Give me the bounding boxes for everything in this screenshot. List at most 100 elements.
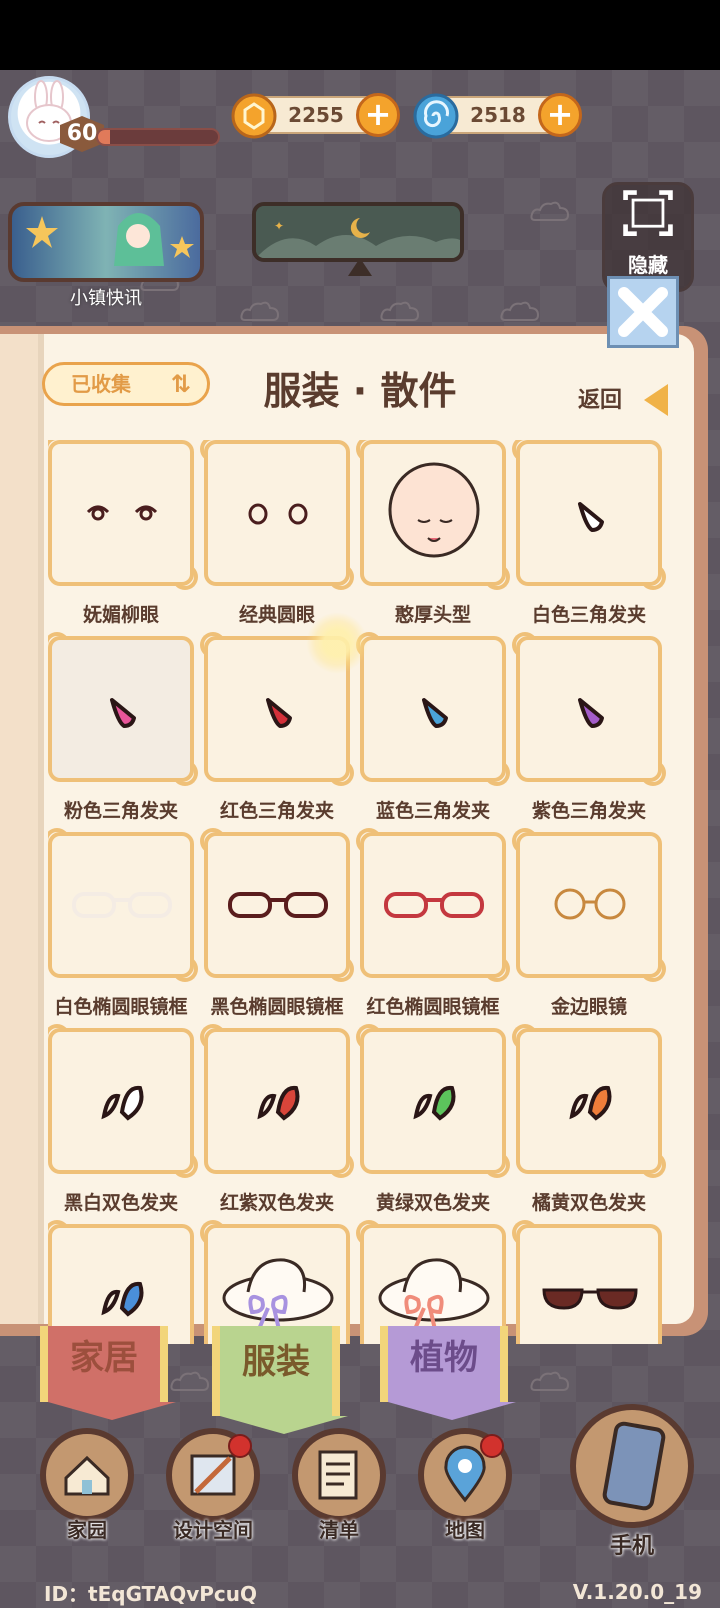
close-panel-button[interactable] <box>607 276 679 348</box>
news-thumbnail[interactable] <box>8 202 204 282</box>
tap-glow-effect <box>306 612 368 674</box>
item-card[interactable]: 红紫双色发夹 <box>200 1024 354 1215</box>
moon-clouds-illustration: ✦ <box>256 206 460 258</box>
item-thumbnail[interactable] <box>512 632 666 786</box>
house-icon <box>64 1455 110 1496</box>
blue-swirl-icon <box>413 93 459 139</box>
item-card[interactable]: 黑白双色发夹 <box>48 1024 198 1215</box>
item-name: 妩媚柳眼 <box>82 604 159 626</box>
item-thumbnail[interactable] <box>200 828 354 982</box>
item-card[interactable]: 粉色三角发夹 <box>48 632 198 823</box>
tab-home[interactable]: 家居 <box>40 1326 176 1420</box>
item-thumbnail[interactable] <box>356 440 510 590</box>
gold-coin-icon <box>231 93 277 139</box>
item-card[interactable]: 黑色椭圆眼镜框 <box>200 828 354 1019</box>
day-night-pointer <box>348 258 372 276</box>
notification-dot <box>228 1434 252 1458</box>
item-name: 橘黄双色发夹 <box>531 1192 646 1214</box>
item-card[interactable]: 橘黄双色发夹 <box>512 1024 666 1215</box>
expand-corners-icon <box>623 190 673 237</box>
item-thumbnail[interactable] <box>48 1024 198 1178</box>
item-name: 黄绿双色发夹 <box>375 1192 490 1214</box>
dual-clip-icon <box>569 1085 612 1121</box>
list-icon <box>318 1450 358 1500</box>
item-card[interactable]: 金边眼镜 <box>512 828 666 1019</box>
dual-clip-icon <box>101 1085 144 1121</box>
glasses-oval-icon <box>228 892 328 918</box>
item-name: 蓝色三角发夹 <box>375 800 490 822</box>
gold-coin-value: 2255 <box>288 103 344 127</box>
item-thumbnail[interactable] <box>356 632 510 786</box>
cloud-decoration <box>530 201 570 221</box>
item-name: 紫色三角发夹 <box>531 800 646 822</box>
item-thumbnail[interactable] <box>512 440 666 590</box>
add-gold-button[interactable]: + <box>356 93 400 137</box>
blue-swirl-counter: 2518 + <box>413 93 582 139</box>
item-name: 白色椭圆眼镜框 <box>54 996 188 1018</box>
panel-book-edge <box>0 334 42 1324</box>
cloud-decoration <box>380 301 420 321</box>
item-thumbnail[interactable] <box>200 1024 354 1178</box>
nav-map[interactable]: 地图 <box>418 1428 512 1542</box>
item-card[interactable]: 白色三角发夹 <box>512 440 666 627</box>
xp-bar-fill <box>98 130 110 144</box>
dual-clip-icon <box>257 1085 300 1121</box>
cloud-decoration <box>240 301 280 321</box>
item-thumbnail[interactable] <box>356 1024 510 1178</box>
item-card[interactable]: 紫色三角发夹 <box>512 632 666 823</box>
item-card[interactable]: 红色椭圆眼镜框 <box>356 828 510 1019</box>
item-card[interactable] <box>512 1220 662 1344</box>
panel-title: 服装 · 散件 <box>263 369 457 413</box>
item-card[interactable]: 经典圆眼 <box>200 440 354 627</box>
tab-clothing[interactable]: 服装 <box>212 1326 348 1434</box>
item-card[interactable]: 蓝色三角发夹 <box>356 632 510 823</box>
item-thumbnail[interactable] <box>48 632 198 786</box>
item-thumbnail[interactable] <box>48 828 198 982</box>
blue-swirl-value: 2518 <box>470 103 526 127</box>
nav-design[interactable]: 设计空间 <box>166 1428 260 1542</box>
item-card[interactable]: 黄绿双色发夹 <box>356 1024 510 1215</box>
item-name: 黑白双色发夹 <box>63 1192 178 1214</box>
item-card[interactable]: 妩媚柳眼 <box>48 440 198 627</box>
day-night-indicator: ✦ <box>252 202 464 262</box>
item-name: 粉色三角发夹 <box>63 800 178 822</box>
item-name: 红色椭圆眼镜框 <box>366 996 500 1018</box>
item-name: 憨厚头型 <box>394 604 471 626</box>
close-icon <box>618 287 668 337</box>
sunglasses-icon <box>542 1288 638 1310</box>
glasses-round-icon <box>554 888 626 920</box>
game-version: V.1.20.0_19 <box>572 1580 702 1604</box>
nav-phone[interactable]: 手机 <box>570 1404 694 1559</box>
gold-coin-counter: 2255 + <box>231 93 400 139</box>
item-card[interactable]: 憨厚头型 <box>356 440 510 627</box>
cloud-decoration <box>170 1371 210 1391</box>
back-button[interactable]: 返回 <box>578 382 668 418</box>
nav-list-label: 清单 <box>319 1518 359 1542</box>
sort-arrows-icon: ⇅ <box>170 370 191 398</box>
item-thumbnail[interactable] <box>512 828 666 982</box>
dual-clip-icon <box>413 1085 456 1121</box>
glasses-oval-icon <box>72 892 172 918</box>
news-label: 小镇快讯 <box>70 288 142 309</box>
item-thumbnail[interactable] <box>512 1024 666 1178</box>
item-name: 红紫双色发夹 <box>219 1192 334 1214</box>
nav-design-label: 设计空间 <box>173 1518 253 1542</box>
add-blue-button[interactable]: + <box>538 93 582 137</box>
item-name: 红色三角发夹 <box>219 800 334 822</box>
item-thumbnail[interactable] <box>200 440 354 590</box>
eyes-almond-icon <box>86 505 158 521</box>
nav-map-label: 地图 <box>445 1518 485 1542</box>
collected-filter-button[interactable]: 已收集 ⇅ <box>42 362 210 406</box>
nav-list[interactable]: 清单 <box>292 1428 386 1542</box>
news-illustration <box>26 213 194 266</box>
nav-home[interactable]: 家园 <box>40 1428 134 1542</box>
tab-plants[interactable]: 植物 <box>380 1326 516 1420</box>
item-thumbnail[interactable] <box>48 440 198 590</box>
item-card[interactable]: 白色椭圆眼镜框 <box>48 828 198 1019</box>
cloud-decoration <box>500 301 540 321</box>
back-label: 返回 <box>578 388 623 413</box>
item-thumbnail[interactable] <box>356 828 510 982</box>
item-grid: 妩媚柳眼 经典圆眼憨厚头型 白色三角发夹粉色三角发夹 红色三角发夹 蓝色三角发夹 紫色三角… <box>48 440 684 1344</box>
notification-dot <box>480 1434 504 1458</box>
item-thumbnail[interactable] <box>512 1220 662 1344</box>
